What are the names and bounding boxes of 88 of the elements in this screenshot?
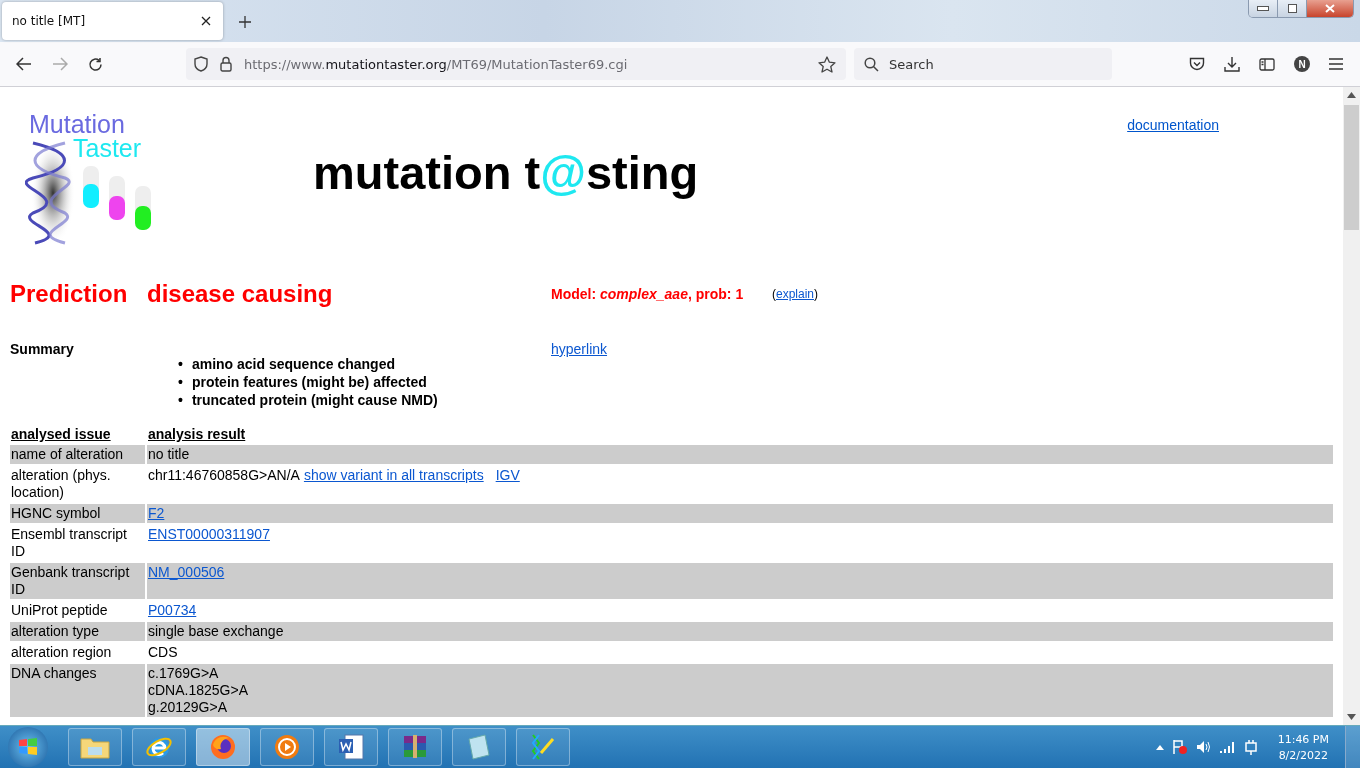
- search-icon: [864, 56, 879, 72]
- bullet-text: •: [178, 373, 183, 391]
- close-icon[interactable]: [201, 16, 211, 26]
- pocket-icon[interactable]: [1189, 56, 1205, 72]
- fox-globe-icon: [209, 733, 237, 761]
- flag-icon[interactable]: [1171, 739, 1188, 755]
- table-link[interactable]: P00734: [148, 602, 197, 619]
- books-stack-icon: [401, 734, 429, 760]
- browser-tab[interactable]: no title [MT]: [2, 2, 223, 40]
- column-header: analysis result: [147, 426, 247, 443]
- table-cell-text: no title: [148, 446, 190, 463]
- download-icon[interactable]: [1224, 56, 1240, 72]
- explain-link[interactable]: explain: [776, 287, 815, 301]
- bullet-text: •: [178, 355, 183, 373]
- address-bar[interactable]: https://www.mutationtaster.org/MT69/MutationTaster69.cgi: [186, 48, 846, 80]
- bracket-text: ): [814, 287, 819, 301]
- taskbar-app-button[interactable]: [196, 728, 250, 766]
- documentation-link[interactable]: documentation: [1127, 117, 1219, 133]
- table-link[interactable]: NM_000506: [148, 564, 225, 581]
- clock[interactable]: 11:46 PM 8/2/2022: [1277, 732, 1329, 762]
- search-input[interactable]: Search: [887, 55, 1091, 73]
- close-button[interactable]: [1307, 0, 1353, 17]
- folder-icon: [80, 735, 110, 759]
- restore-button[interactable]: [1278, 0, 1307, 17]
- table-cell: HGNC symbol: [10, 504, 145, 523]
- summary-item: protein features (might be) affected: [191, 373, 427, 391]
- table-cell-text: CDS: [148, 644, 178, 661]
- table-cell-text: cDNA.1825G>A: [148, 682, 248, 699]
- scroll-up-icon[interactable]: [1347, 92, 1356, 98]
- speaker-icon[interactable]: [1195, 740, 1212, 754]
- menu-icon[interactable]: [1329, 58, 1343, 70]
- table-cell-text: alteration region: [10, 643, 113, 662]
- table-link[interactable]: ENST00000311907: [148, 526, 270, 543]
- hyperlink-link[interactable]: hyperlink: [551, 341, 1333, 357]
- taskbar-app-button[interactable]: [516, 728, 570, 766]
- windows-logo-icon: [17, 736, 39, 758]
- table-cell: Genbank transcript ID: [10, 563, 145, 599]
- prediction-result: disease causing: [147, 280, 334, 308]
- minimize-button[interactable]: [1249, 0, 1278, 17]
- model-text: Model: complex_aae, prob: 1: [551, 286, 745, 302]
- column-header: analysed issue: [10, 426, 112, 443]
- taskbar-app-button[interactable]: [388, 728, 442, 766]
- plus-icon[interactable]: [239, 16, 251, 28]
- taskbar-app-button[interactable]: [260, 728, 314, 766]
- search-bar[interactable]: Search: [854, 48, 1112, 80]
- table-cell-text: c.1769G>A: [148, 665, 219, 682]
- taskbar-app-button[interactable]: [132, 728, 186, 766]
- table-link[interactable]: IGV: [495, 467, 520, 484]
- chevron-up-icon[interactable]: [1155, 744, 1164, 750]
- account-avatar[interactable]: N: [1294, 56, 1310, 72]
- table-link[interactable]: F2: [148, 505, 165, 522]
- scrollbar[interactable]: [1343, 87, 1360, 725]
- table-link[interactable]: show variant in all transcripts: [303, 467, 484, 484]
- star-icon[interactable]: [818, 55, 836, 73]
- table-cell-text: Ensembl transcript ID: [10, 525, 128, 561]
- back-arrow-icon[interactable]: [16, 57, 32, 71]
- scroll-down-icon[interactable]: [1347, 714, 1356, 720]
- table-cell: DNA changes: [10, 664, 145, 717]
- pen-lines-icon: [529, 733, 557, 761]
- power-plug-icon[interactable]: [1243, 739, 1258, 755]
- taskbar-app-button[interactable]: [68, 728, 122, 766]
- close-icon: [1325, 4, 1335, 13]
- reload-icon[interactable]: [88, 56, 103, 72]
- sidebar-icon[interactable]: [1259, 57, 1275, 71]
- table-cell: name of alteration: [10, 445, 145, 464]
- signal-bars-icon[interactable]: [1219, 741, 1236, 753]
- summary-item: amino acid sequence changed: [191, 355, 395, 373]
- taskbar-app-button[interactable]: [452, 728, 506, 766]
- shield-icon[interactable]: [194, 56, 208, 72]
- lock-icon: [220, 56, 232, 72]
- table-cell-text: g.20129G>A: [148, 699, 227, 716]
- table-cell-text: single base exchange: [148, 623, 284, 640]
- table-cell-text: UniProt peptide: [10, 601, 109, 620]
- summary-label: Summary: [10, 341, 75, 359]
- bullet-text: •: [178, 391, 183, 409]
- prediction-label: Prediction: [10, 280, 129, 308]
- notepad-icon: [465, 733, 493, 761]
- table-cell-text: chr11:46760858G>AN/A: [148, 467, 300, 484]
- table-cell: alteration type: [10, 622, 145, 641]
- scrollbar-thumb[interactable]: [1344, 105, 1359, 230]
- document-w-icon: [337, 733, 365, 761]
- summary-item: truncated protein (might cause NMD): [191, 391, 438, 409]
- start-button[interactable]: [8, 727, 48, 767]
- bracket-text: (: [772, 287, 776, 301]
- url-text: https://www.mutationtaster.org/MT69/MutationTaster69.cgi: [244, 56, 629, 72]
- table-cell-text: alteration (phys. location): [10, 466, 112, 502]
- play-circle-icon: [273, 733, 301, 761]
- taskbar-app-button[interactable]: [324, 728, 378, 766]
